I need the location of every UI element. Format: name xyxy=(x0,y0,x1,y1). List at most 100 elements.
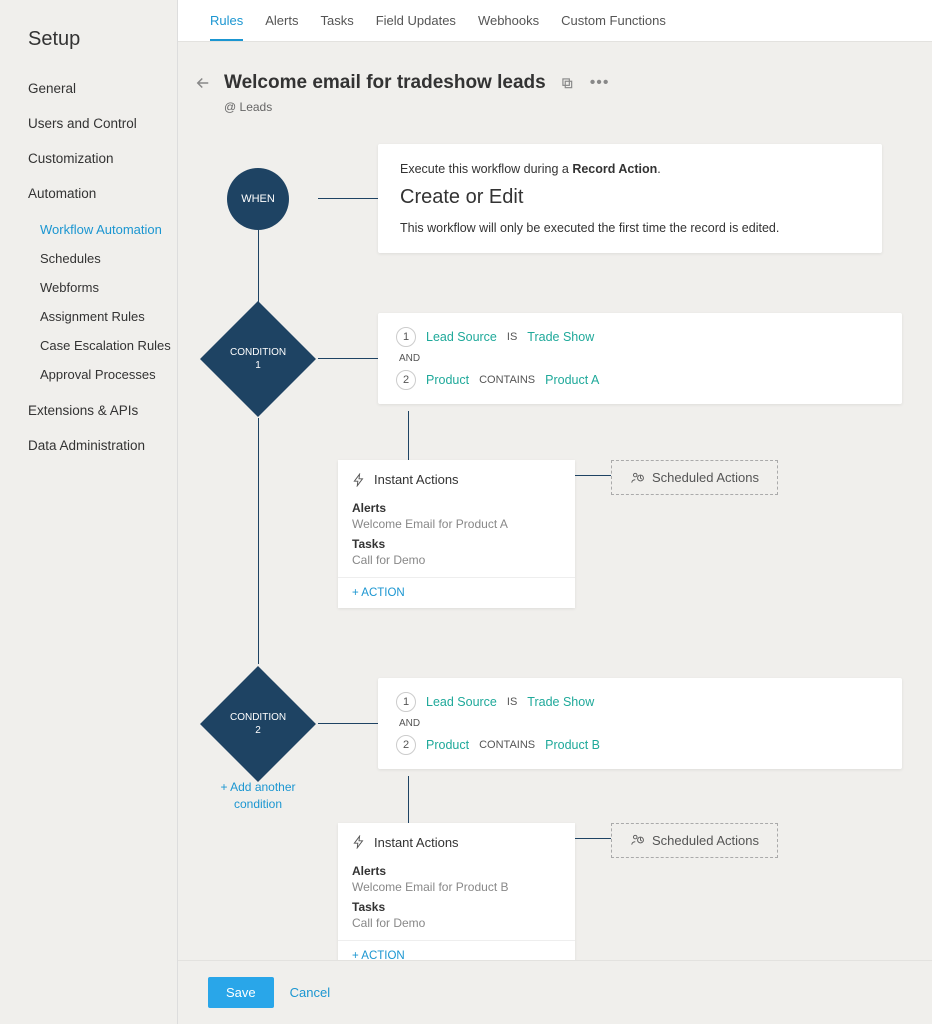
rule-operator: IS xyxy=(507,331,517,343)
instant-actions-card-2[interactable]: Instant Actions Alerts Welcome Email for… xyxy=(338,823,575,971)
scheduled-actions-label: Scheduled Actions xyxy=(652,470,759,485)
scheduled-actions-box-1[interactable]: Scheduled Actions xyxy=(611,460,778,495)
tab-tasks[interactable]: Tasks xyxy=(320,0,353,41)
alerts-title: Alerts xyxy=(352,864,561,878)
condition-label: CONDITION xyxy=(230,345,286,358)
scheduled-actions-label: Scheduled Actions xyxy=(652,833,759,848)
sidebar-section-users[interactable]: Users and Control xyxy=(28,116,177,131)
condition-node-2[interactable]: CONDITION 2 xyxy=(200,666,316,782)
when-note: This workflow will only be executed the … xyxy=(400,221,860,235)
rule-field: Lead Source xyxy=(426,695,497,709)
when-trigger: Create or Edit xyxy=(400,186,860,209)
clock-user-icon xyxy=(630,471,644,485)
cancel-button[interactable]: Cancel xyxy=(290,985,330,1000)
when-node-label: WHEN xyxy=(241,193,275,205)
sidebar-section-data-admin[interactable]: Data Administration xyxy=(28,438,177,453)
rule-number: 1 xyxy=(396,327,416,347)
rule-field: Lead Source xyxy=(426,330,497,344)
and-label: AND xyxy=(396,712,884,735)
condition-rule: 1 Lead Source IS Trade Show xyxy=(396,327,884,347)
content: Welcome email for tradeshow leads ••• @ … xyxy=(178,42,932,1024)
alerts-value: Welcome Email for Product B xyxy=(352,880,561,894)
page-title: Welcome email for tradeshow leads xyxy=(224,72,546,94)
tasks-value: Call for Demo xyxy=(352,916,561,930)
connector-line xyxy=(318,198,378,199)
open-external-icon[interactable] xyxy=(560,76,574,90)
clock-user-icon xyxy=(630,833,644,847)
connector-line xyxy=(575,475,611,476)
condition-card-2[interactable]: 1 Lead Source IS Trade Show AND 2 Produc… xyxy=(378,678,902,769)
automation-children: Workflow Automation Schedules Webforms A… xyxy=(40,215,177,389)
when-card[interactable]: Execute this workflow during a Record Ac… xyxy=(378,144,882,253)
add-action-button[interactable]: + ACTION xyxy=(338,577,575,608)
condition-number: 2 xyxy=(230,723,286,736)
add-condition-button[interactable]: + Add another condition xyxy=(198,769,318,813)
alerts-value: Welcome Email for Product A xyxy=(352,517,561,531)
alerts-title: Alerts xyxy=(352,501,561,515)
page-header: Welcome email for tradeshow leads ••• xyxy=(178,42,932,98)
connector-line xyxy=(318,358,378,359)
rule-value: Trade Show xyxy=(527,695,594,709)
sidebar: Setup General Users and Control Customiz… xyxy=(0,0,178,1024)
rule-field: Product xyxy=(426,373,469,387)
tabs: Rules Alerts Tasks Field Updates Webhook… xyxy=(178,0,932,42)
connector-line xyxy=(575,838,611,839)
condition-rule: 1 Lead Source IS Trade Show xyxy=(396,692,884,712)
and-label: AND xyxy=(396,347,884,370)
condition-label: CONDITION xyxy=(230,710,286,723)
tab-field-updates[interactable]: Field Updates xyxy=(376,0,456,41)
rule-value: Trade Show xyxy=(527,330,594,344)
main: Rules Alerts Tasks Field Updates Webhook… xyxy=(178,0,932,1024)
when-node[interactable]: WHEN xyxy=(227,168,289,230)
tab-alerts[interactable]: Alerts xyxy=(265,0,298,41)
sidebar-section-general[interactable]: General xyxy=(28,81,177,96)
rule-number: 1 xyxy=(396,692,416,712)
sidebar-section-extensions[interactable]: Extensions & APIs xyxy=(28,403,177,418)
tasks-value: Call for Demo xyxy=(352,553,561,567)
tab-webhooks[interactable]: Webhooks xyxy=(478,0,539,41)
workflow-canvas: WHEN Execute this workflow during a Reco… xyxy=(178,114,932,1001)
actions-row-2: Instant Actions Alerts Welcome Email for… xyxy=(338,823,902,971)
back-arrow-icon[interactable] xyxy=(194,74,212,92)
rule-operator: CONTAINS xyxy=(479,374,535,386)
condition-rule: 2 Product CONTAINS Product B xyxy=(396,735,884,755)
when-execute-text: Execute this workflow during a Record Ac… xyxy=(400,162,860,176)
instant-actions-title: Instant Actions xyxy=(374,835,459,850)
rule-number: 2 xyxy=(396,735,416,755)
instant-actions-title: Instant Actions xyxy=(374,472,459,487)
connector-line xyxy=(408,411,409,467)
connector-line xyxy=(258,418,259,664)
condition-card-1[interactable]: 1 Lead Source IS Trade Show AND 2 Produc… xyxy=(378,313,902,404)
module-label: @ Leads xyxy=(178,100,932,114)
condition-rule: 2 Product CONTAINS Product A xyxy=(396,370,884,390)
rule-field: Product xyxy=(426,738,469,752)
sidebar-item-approval-processes[interactable]: Approval Processes xyxy=(40,360,177,389)
tasks-title: Tasks xyxy=(352,900,561,914)
sidebar-item-case-escalation[interactable]: Case Escalation Rules xyxy=(40,331,177,360)
more-icon[interactable]: ••• xyxy=(590,74,610,92)
tab-rules[interactable]: Rules xyxy=(210,0,243,41)
condition-node-1[interactable]: CONDITION 1 xyxy=(200,301,316,417)
instant-actions-card-1[interactable]: Instant Actions Alerts Welcome Email for… xyxy=(338,460,575,608)
bolt-icon xyxy=(352,473,366,487)
sidebar-item-assignment-rules[interactable]: Assignment Rules xyxy=(40,302,177,331)
actions-row-1: Instant Actions Alerts Welcome Email for… xyxy=(338,460,902,608)
rule-operator: IS xyxy=(507,696,517,708)
sidebar-section-customization[interactable]: Customization xyxy=(28,151,177,166)
rule-number: 2 xyxy=(396,370,416,390)
tasks-title: Tasks xyxy=(352,537,561,551)
connector-line xyxy=(318,723,378,724)
rule-operator: CONTAINS xyxy=(479,739,535,751)
save-button[interactable]: Save xyxy=(208,977,274,1008)
bolt-icon xyxy=(352,835,366,849)
sidebar-item-workflow-automation[interactable]: Workflow Automation xyxy=(40,215,177,244)
sidebar-title: Setup xyxy=(28,28,177,51)
footer-bar: Save Cancel xyxy=(178,960,932,1024)
scheduled-actions-box-2[interactable]: Scheduled Actions xyxy=(611,823,778,858)
rule-value: Product A xyxy=(545,373,599,387)
tab-custom-functions[interactable]: Custom Functions xyxy=(561,0,666,41)
sidebar-section-automation[interactable]: Automation xyxy=(28,186,177,201)
condition-number: 1 xyxy=(230,358,286,371)
sidebar-item-webforms[interactable]: Webforms xyxy=(40,273,177,302)
sidebar-item-schedules[interactable]: Schedules xyxy=(40,244,177,273)
